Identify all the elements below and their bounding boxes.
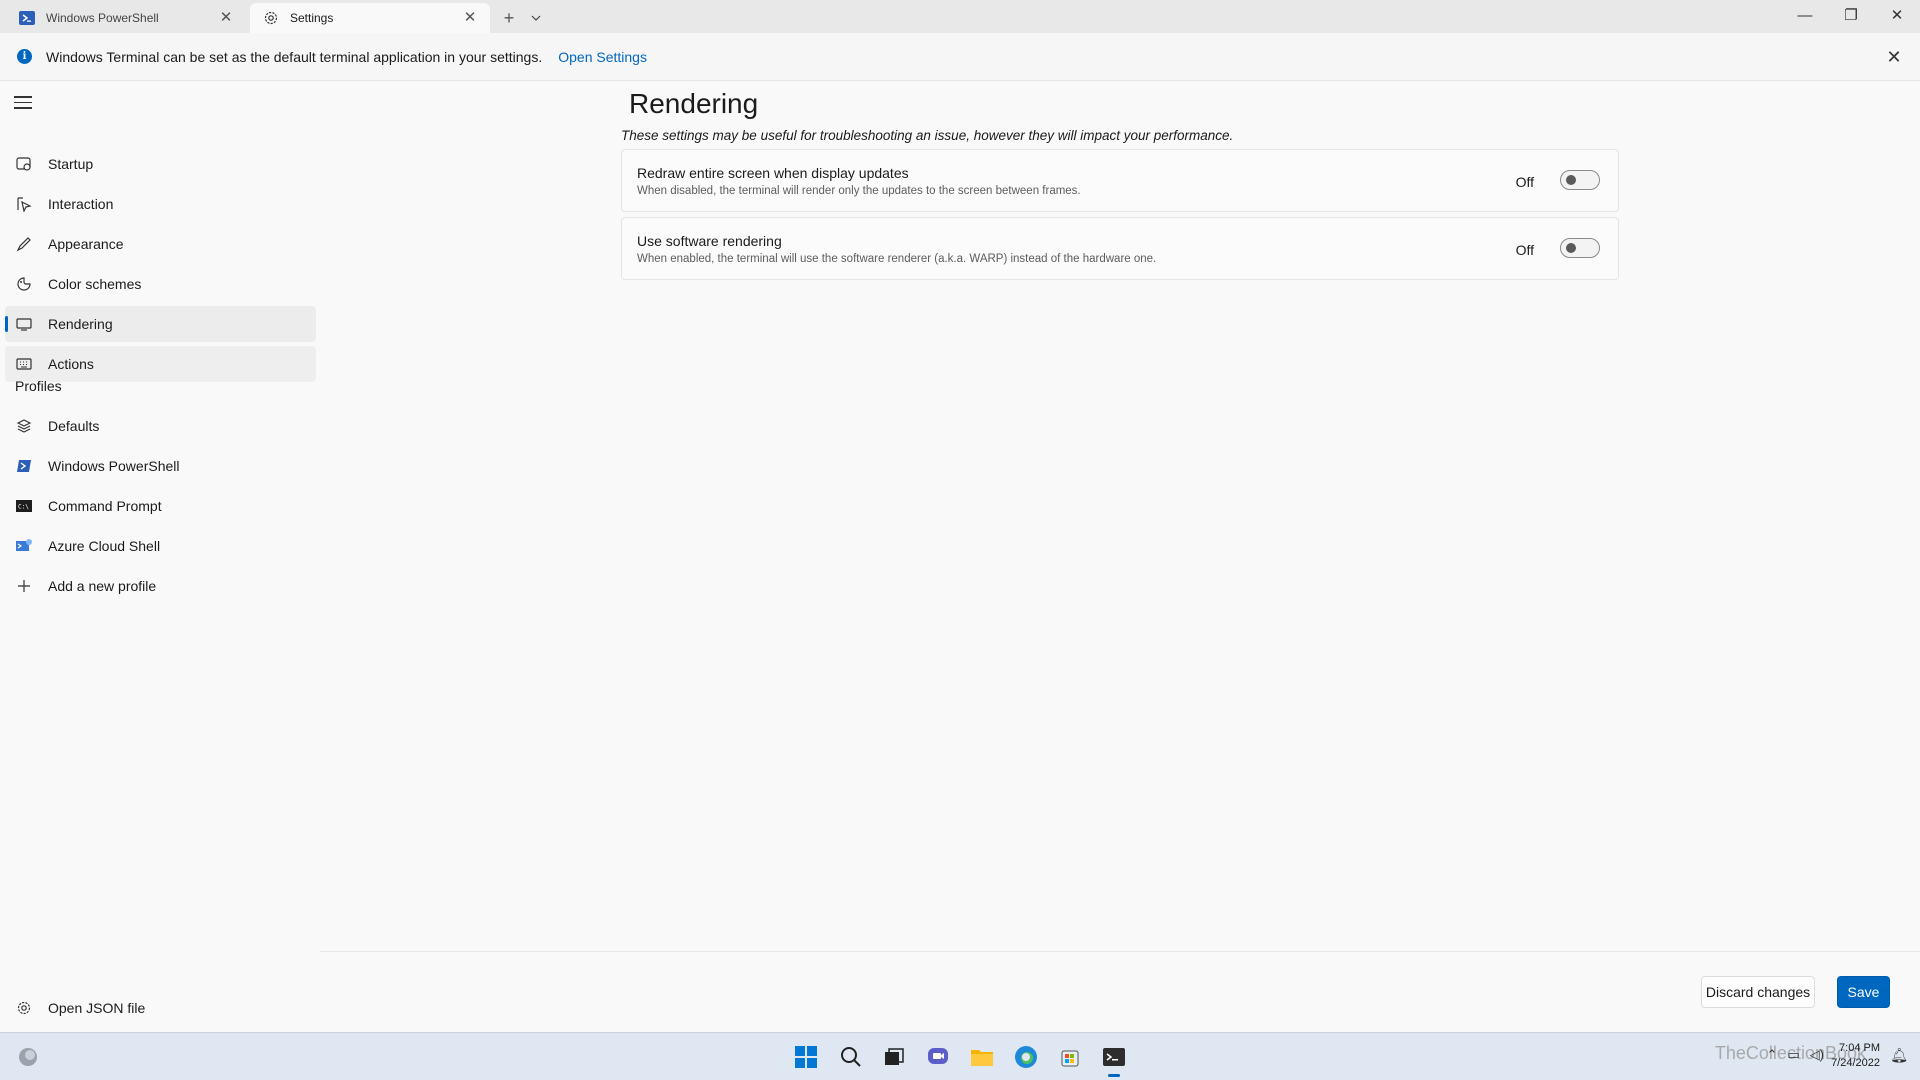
brush-icon bbox=[15, 235, 33, 253]
restore-button[interactable]: ❐ bbox=[1828, 0, 1874, 30]
volume-icon[interactable]: ◁) bbox=[1810, 1047, 1824, 1063]
sidebar-item-label: Windows PowerShell bbox=[48, 458, 180, 474]
close-infobar-icon[interactable]: ✕ bbox=[1884, 47, 1904, 68]
sidebar-item-label: Color schemes bbox=[48, 276, 142, 292]
close-tab-icon[interactable]: ✕ bbox=[462, 10, 478, 26]
clock[interactable]: 7:04 PM 7/24/2022 bbox=[1831, 1041, 1880, 1071]
tab-label: Settings bbox=[290, 11, 334, 25]
color-schemes-icon bbox=[15, 275, 33, 293]
store-icon[interactable] bbox=[1056, 1043, 1084, 1071]
minimize-button[interactable]: — bbox=[1782, 0, 1828, 30]
keyboard-icon bbox=[15, 355, 33, 373]
redraw-screen-toggle[interactable] bbox=[1560, 170, 1600, 190]
new-tab-button[interactable]: + bbox=[494, 3, 524, 33]
sidebar-item-add-profile[interactable]: Add a new profile bbox=[5, 568, 316, 604]
clock-time: 7:04 PM bbox=[1839, 1042, 1880, 1054]
start-icon[interactable] bbox=[792, 1043, 820, 1071]
sidebar-item-label: Startup bbox=[48, 156, 94, 172]
interaction-icon bbox=[15, 195, 33, 213]
sidebar-item-label: Rendering bbox=[48, 316, 113, 332]
sidebar-item-windows-powershell[interactable]: Windows PowerShell bbox=[5, 448, 316, 484]
sidebar-item-interaction[interactable]: Interaction bbox=[5, 186, 316, 222]
title-bar: Windows PowerShell ✕ Settings ✕ + — ❐ ✕ bbox=[0, 0, 1920, 33]
gear-icon bbox=[15, 999, 33, 1017]
sidebar-item-label: Interaction bbox=[48, 196, 114, 212]
tab-dropdown-button[interactable] bbox=[524, 3, 548, 33]
setting-card-software-rendering: Use software rendering When enabled, the… bbox=[621, 217, 1619, 280]
layers-icon bbox=[15, 417, 33, 435]
tab-windows-powershell[interactable]: Windows PowerShell ✕ bbox=[6, 3, 246, 33]
search-icon[interactable] bbox=[837, 1043, 865, 1071]
toggle-state-label: Off bbox=[1515, 242, 1534, 258]
terminal-icon[interactable] bbox=[1100, 1043, 1128, 1077]
toggle-knob bbox=[1566, 175, 1576, 185]
setting-card-redraw-entire-screen: Redraw entire screen when display update… bbox=[621, 149, 1619, 212]
toggle-state-label: Off bbox=[1515, 174, 1534, 190]
cmd-icon: C:\ bbox=[15, 497, 33, 515]
network-icon[interactable]: ▭ bbox=[1787, 1047, 1799, 1063]
sidebar-item-label: Appearance bbox=[48, 236, 124, 252]
page-subtitle: These settings may be useful for trouble… bbox=[621, 128, 1234, 143]
footer-divider bbox=[320, 951, 1920, 952]
startup-icon bbox=[15, 155, 33, 173]
chevron-down-icon bbox=[531, 15, 541, 21]
system-tray: ⌃ ▭ ◁) bbox=[1766, 1047, 1824, 1063]
sidebar-item-azure-cloud-shell[interactable]: Azure Cloud Shell bbox=[5, 528, 316, 564]
widgets-icon[interactable] bbox=[14, 1043, 42, 1071]
azure-icon bbox=[15, 537, 33, 555]
plus-icon bbox=[15, 577, 33, 595]
close-window-button[interactable]: ✕ bbox=[1874, 0, 1920, 30]
sidebar-item-color-schemes[interactable]: Color schemes bbox=[5, 266, 316, 302]
software-rendering-toggle[interactable] bbox=[1560, 238, 1600, 258]
sidebar-item-label: Add a new profile bbox=[48, 578, 157, 594]
save-button[interactable]: Save bbox=[1837, 976, 1890, 1008]
tab-label: Windows PowerShell bbox=[46, 11, 159, 25]
clock-date: 7/24/2022 bbox=[1831, 1057, 1880, 1069]
sidebar-item-appearance[interactable]: Appearance bbox=[5, 226, 316, 262]
powershell-icon bbox=[18, 9, 36, 27]
monitor-icon bbox=[15, 315, 33, 333]
sidebar-item-label: Command Prompt bbox=[48, 498, 162, 514]
taskbar: TheCollectionBook ⌃ ▭ ◁) 7:04 PM 7/24/20… bbox=[0, 1032, 1920, 1080]
file-explorer-icon[interactable] bbox=[968, 1043, 996, 1071]
infobar-message: Windows Terminal can be set as the defau… bbox=[46, 48, 543, 65]
sidebar-item-startup[interactable]: Startup bbox=[5, 146, 316, 182]
open-json-file-button[interactable]: Open JSON file bbox=[5, 990, 316, 1026]
open-settings-link[interactable]: Open Settings bbox=[558, 49, 647, 65]
discard-changes-button[interactable]: Discard changes bbox=[1701, 976, 1815, 1008]
hamburger-menu-icon[interactable] bbox=[14, 96, 32, 110]
sidebar-item-label: Defaults bbox=[48, 418, 100, 434]
close-tab-icon[interactable]: ✕ bbox=[218, 10, 234, 26]
gear-icon bbox=[262, 9, 280, 27]
setting-description: When disabled, the terminal will render … bbox=[637, 185, 1081, 197]
chevron-up-icon[interactable]: ⌃ bbox=[1766, 1047, 1777, 1063]
chat-icon[interactable] bbox=[924, 1043, 952, 1071]
sidebar-item-label: Open JSON file bbox=[48, 1000, 146, 1016]
profiles-header: Profiles bbox=[15, 378, 62, 394]
svg-text:C:\: C:\ bbox=[18, 504, 29, 511]
sidebar-item-label: Actions bbox=[48, 356, 94, 372]
page-title: Rendering bbox=[629, 88, 759, 119]
tab-settings[interactable]: Settings ✕ bbox=[250, 3, 490, 33]
sidebar-item-actions[interactable]: Actions bbox=[5, 346, 316, 382]
window-controls: — ❐ ✕ bbox=[1782, 0, 1920, 30]
edge-browser-icon[interactable] bbox=[1012, 1043, 1040, 1071]
powershell-icon bbox=[15, 457, 33, 475]
notification-icon[interactable]: 🔔︎ bbox=[1890, 1047, 1908, 1064]
info-icon: i bbox=[17, 49, 32, 64]
plus-icon: + bbox=[503, 7, 515, 28]
setting-description: When enabled, the terminal will use the … bbox=[637, 253, 1157, 265]
selection-indicator bbox=[5, 316, 8, 332]
sidebar-item-rendering[interactable]: Rendering bbox=[5, 306, 316, 342]
sidebar: Startup Interaction Appearance Color sch… bbox=[0, 82, 320, 1030]
toggle-knob bbox=[1566, 243, 1576, 253]
sidebar-item-defaults[interactable]: Defaults bbox=[5, 408, 316, 444]
setting-title: Redraw entire screen when display update… bbox=[637, 165, 909, 181]
default-terminal-infobar: i Windows Terminal can be set as the def… bbox=[0, 33, 1920, 81]
sidebar-item-label: Azure Cloud Shell bbox=[48, 538, 161, 554]
task-view-icon[interactable] bbox=[880, 1043, 908, 1071]
setting-title: Use software rendering bbox=[637, 233, 782, 249]
sidebar-item-command-prompt[interactable]: C:\ Command Prompt bbox=[5, 488, 316, 524]
